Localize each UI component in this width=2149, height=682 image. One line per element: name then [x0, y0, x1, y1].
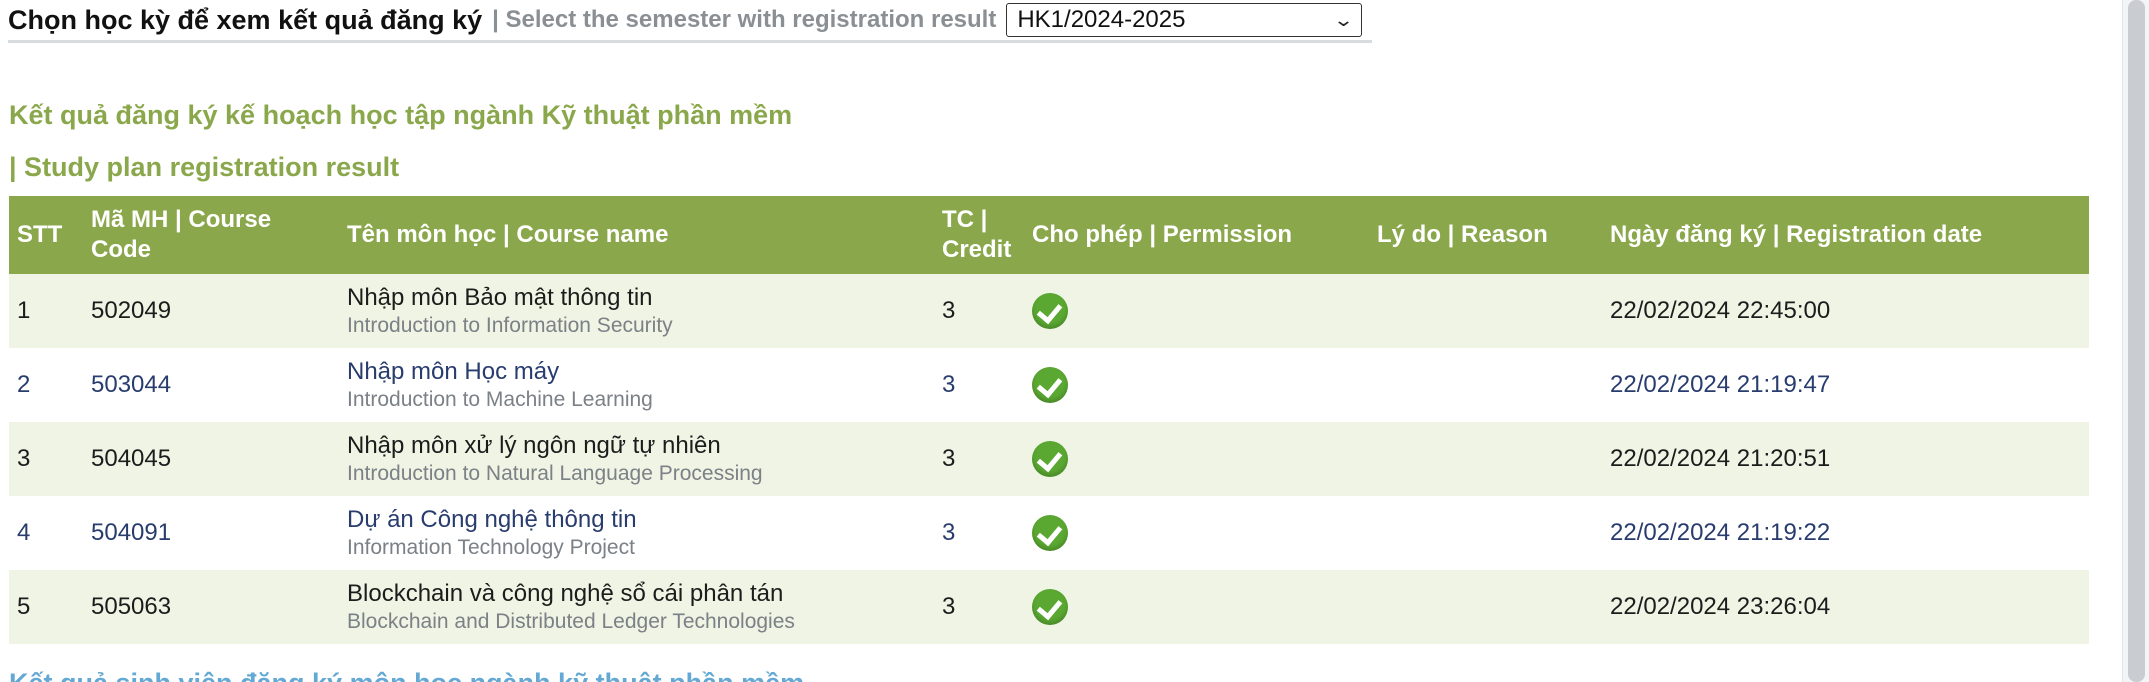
table-row: 5 505063 Blockchain và công nghệ sổ cái … [9, 570, 2089, 644]
cell-registration-date: 22/02/2024 21:20:51 [1602, 422, 2089, 496]
cell-credit: 3 [934, 422, 1024, 496]
cell-permission [1024, 274, 1369, 348]
header-credit: TC | Credit [934, 196, 1024, 274]
cell-course-code: 502049 [83, 274, 339, 348]
course-name-en: Introduction to Information Security [347, 314, 673, 337]
cell-reason [1369, 496, 1602, 570]
header-course-code: Mã MH | Course Code [83, 196, 339, 274]
next-section-heading[interactable]: Kết quả sinh viên đăng ký môn học ngành … [9, 664, 804, 682]
cell-course-name: Blockchain và công nghệ sổ cái phân tán … [339, 570, 934, 644]
cell-credit: 3 [934, 348, 1024, 422]
chevron-down-icon: ⌄ [1333, 9, 1355, 30]
course-name-vi: Nhập môn Bảo mật thông tin [347, 284, 653, 311]
cell-reason [1369, 274, 1602, 348]
page-content: Chọn học kỳ để xem kết quả đăng ký | Sel… [0, 0, 2122, 682]
cell-stt: 5 [9, 570, 83, 644]
section-heading-vi: Kết quả đăng ký kế hoạch học tập ngành K… [9, 100, 793, 130]
course-name-vi: Nhập môn xử lý ngôn ngữ tự nhiên [347, 432, 721, 459]
semester-select-value: HK1/2024-2025 [1017, 6, 1186, 33]
cell-credit: 3 [934, 274, 1024, 348]
course-name-vi: Dự án Công nghệ thông tin [347, 506, 637, 533]
cell-registration-date: 22/02/2024 21:19:22 [1602, 496, 2089, 570]
cell-reason [1369, 422, 1602, 496]
cell-course-name: Dự án Công nghệ thông tin Information Te… [339, 496, 934, 570]
cell-permission [1024, 348, 1369, 422]
cell-stt: 2 [9, 348, 83, 422]
cell-credit: 3 [934, 496, 1024, 570]
course-name-en: Introduction to Machine Learning [347, 388, 653, 411]
course-name-en: Blockchain and Distributed Ledger Techno… [347, 610, 795, 633]
cell-course-name: Nhập môn Bảo mật thông tin Introduction … [339, 274, 934, 348]
cell-registration-date: 22/02/2024 21:19:47 [1602, 348, 2089, 422]
check-circle-icon [1032, 441, 1068, 477]
table-row: 3 504045 Nhập môn xử lý ngôn ngữ tự nhiê… [9, 422, 2089, 496]
table-row: 1 502049 Nhập môn Bảo mật thông tin Intr… [9, 274, 2089, 348]
semester-selector-bar: Chọn học kỳ để xem kết quả đăng ký | Sel… [8, 0, 1373, 43]
cell-course-name: Nhập môn xử lý ngôn ngữ tự nhiên Introdu… [339, 422, 934, 496]
cell-stt: 3 [9, 422, 83, 496]
cell-reason [1369, 570, 1602, 644]
check-circle-icon [1032, 367, 1068, 403]
table-row: 2 503044 Nhập môn Học máy Introduction t… [9, 348, 2089, 422]
course-name-vi: Blockchain và công nghệ sổ cái phân tán [347, 580, 784, 607]
cell-course-code: 504045 [83, 422, 339, 496]
cell-course-code: 503044 [83, 348, 339, 422]
header-stt: STT [9, 196, 83, 274]
cell-reason [1369, 348, 1602, 422]
header-reason: Lý do | Reason [1369, 196, 1602, 274]
header-permission: Cho phép | Permission [1024, 196, 1369, 274]
section-heading-en: | Study plan registration result [9, 152, 400, 182]
cell-stt: 1 [9, 274, 83, 348]
course-name-en: Information Technology Project [347, 536, 635, 559]
header-course-name: Tên môn học | Course name [339, 196, 934, 274]
header-registration-date: Ngày đăng ký | Registration date [1602, 196, 2089, 274]
semester-label-en: | Select the semester with registration … [492, 6, 997, 33]
cell-course-name: Nhập môn Học máy Introduction to Machine… [339, 348, 934, 422]
semester-select[interactable]: HK1/2024-2025 ⌄ [1006, 3, 1363, 37]
cell-permission [1024, 570, 1369, 644]
cell-course-code: 505063 [83, 570, 339, 644]
table-header-row: STT Mã MH | Course Code Tên môn học | Co… [9, 196, 2089, 274]
cell-registration-date: 22/02/2024 23:26:04 [1602, 570, 2089, 644]
course-name-en: Introduction to Natural Language Process… [347, 462, 763, 485]
course-name-vi: Nhập môn Học máy [347, 358, 560, 385]
registration-results-table: STT Mã MH | Course Code Tên môn học | Co… [9, 196, 2089, 644]
scrollbar-thumb[interactable] [2128, 0, 2145, 682]
cell-registration-date: 22/02/2024 22:45:00 [1602, 274, 2089, 348]
check-circle-icon [1032, 293, 1068, 329]
check-circle-icon [1032, 515, 1068, 551]
cell-permission [1024, 422, 1369, 496]
vertical-scrollbar[interactable] [2122, 0, 2149, 682]
check-circle-icon [1032, 589, 1068, 625]
semester-label-vi: Chọn học kỳ để xem kết quả đăng ký [8, 4, 483, 35]
cell-permission [1024, 496, 1369, 570]
table-row: 4 504091 Dự án Công nghệ thông tin Infor… [9, 496, 2089, 570]
cell-credit: 3 [934, 570, 1024, 644]
cell-stt: 4 [9, 496, 83, 570]
cell-course-code: 504091 [83, 496, 339, 570]
